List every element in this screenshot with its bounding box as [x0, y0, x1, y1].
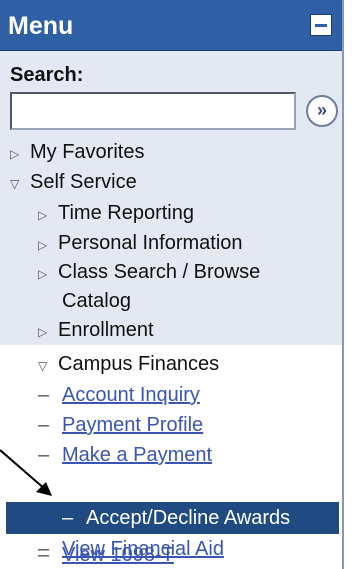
dash-icon: – — [38, 544, 50, 566]
search-input[interactable] — [10, 92, 296, 130]
link-label: View 1098-T — [62, 544, 174, 566]
menu-panel: Menu Search: » ▷ My Favorites ▽ Self Servi… — [0, 0, 344, 569]
link-label: Account Inquiry — [62, 384, 200, 406]
menu-item-label: My Favorites — [30, 141, 145, 163]
menu-item-campus-finances[interactable]: ▽ Campus Finances — [38, 352, 219, 378]
collapsed-triangle-icon: ▷ — [38, 238, 48, 252]
menu-item-label: Campus Finances — [58, 353, 220, 375]
expanded-triangle-icon: ▽ — [38, 359, 48, 373]
menu-item-time-reporting[interactable]: ▷ Time Reporting — [38, 201, 194, 227]
menu-item-my-favorites[interactable]: ▷ My Favorites — [10, 140, 144, 166]
menu-item-label: Personal Information — [58, 232, 243, 254]
menu-item-personal-information[interactable]: ▷ Personal Information — [38, 231, 243, 257]
search-label: Search: — [10, 64, 84, 86]
menu-link-make-payment[interactable]: – Make a Payment — [38, 443, 212, 467]
menu-item-label: Time Reporting — [58, 202, 194, 224]
menu-item-class-search-cont[interactable]: Catalog — [62, 289, 131, 313]
menu-link-account-inquiry[interactable]: – Account Inquiry — [38, 383, 200, 407]
collapsed-triangle-icon: ▷ — [38, 267, 48, 281]
menu-item-self-service[interactable]: ▽ Self Service — [10, 170, 137, 196]
search-go-button[interactable]: » — [306, 95, 338, 127]
menu-header: Menu — [0, 0, 342, 51]
expanded-triangle-icon: ▽ — [10, 177, 20, 191]
menu-title: Menu — [8, 12, 74, 40]
menu-item-label: Class Search / Browse — [58, 261, 261, 283]
collapse-menu-button[interactable] — [310, 14, 332, 36]
dash-icon: – — [38, 414, 50, 436]
link-label: Payment Profile — [62, 414, 204, 436]
menu-link-payment-profile[interactable]: – Payment Profile — [38, 413, 203, 437]
menu-link-view-1098t[interactable]: – View 1098-T — [38, 543, 174, 567]
menu-item-label: Catalog — [62, 290, 131, 312]
menu-item-label: Enrollment — [58, 319, 154, 341]
link-label: Accept/Decline Awards — [86, 507, 291, 529]
collapsed-triangle-icon: ▷ — [38, 325, 48, 339]
menu-item-enrollment[interactable]: ▷ Enrollment — [38, 318, 154, 344]
selected-link-text: – Accept/Decline Awards — [62, 506, 290, 530]
dash-icon: – — [38, 384, 50, 406]
collapsed-triangle-icon: ▷ — [38, 208, 48, 222]
menu-item-class-search[interactable]: ▷ Class Search / Browse — [38, 260, 260, 286]
collapsed-triangle-icon: ▷ — [10, 147, 20, 161]
double-chevron-right-icon: » — [316, 100, 327, 120]
dash-icon: – — [62, 507, 74, 529]
minus-icon — [315, 24, 327, 27]
dash-icon: – — [38, 444, 50, 466]
link-label: Make a Payment — [62, 444, 213, 466]
menu-item-label: Self Service — [30, 171, 137, 193]
